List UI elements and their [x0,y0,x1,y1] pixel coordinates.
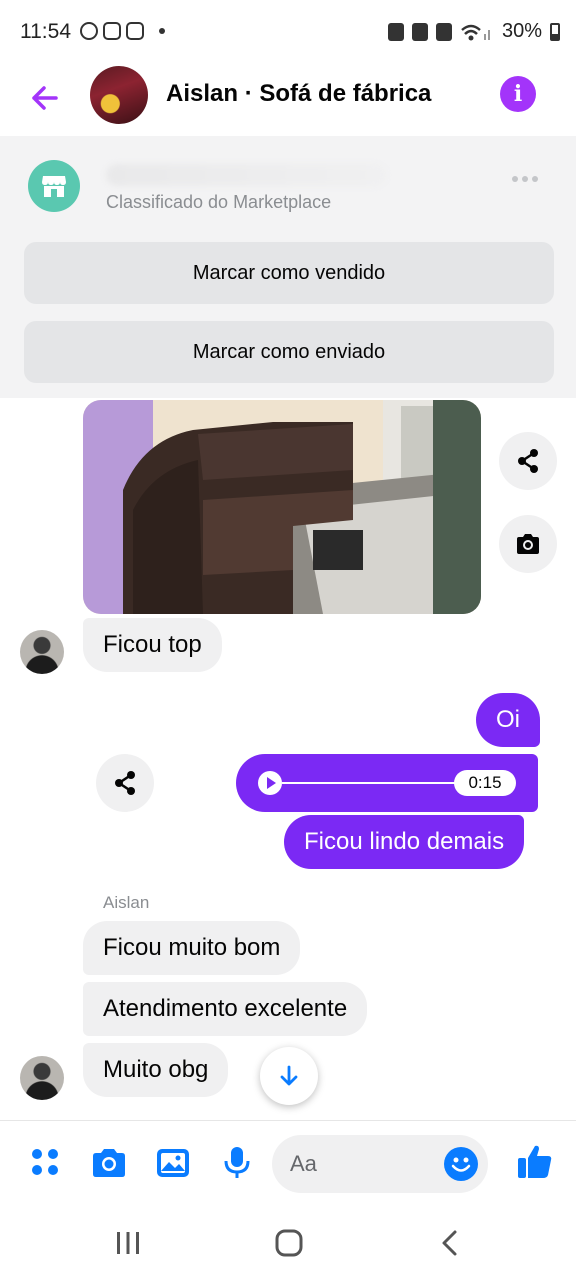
info-icon[interactable]: i [500,76,536,112]
whatsapp-icon [80,22,98,40]
sender-avatar[interactable] [20,1056,64,1100]
message-bubble[interactable]: Ficou muito bom [83,921,301,975]
thumbs-up-icon[interactable] [516,1143,554,1181]
scroll-to-bottom-button[interactable] [260,1047,318,1105]
home-icon[interactable] [274,1228,304,1258]
camera-icon[interactable] [91,1145,127,1181]
chat-header: Aislan · Sofá de fábrica i [0,64,576,134]
android-navigation-bar [0,1206,576,1280]
share-icon [115,771,135,795]
message-bubble[interactable]: Oi [476,693,540,747]
chat-title[interactable]: Aislan · Sofá de fábrica [166,80,431,108]
message-composer: Aa [0,1120,576,1206]
gallery-icon[interactable] [155,1145,191,1181]
status-time: 11:54 [20,20,71,43]
status-bar: 11:54 30% [0,0,576,64]
audio-duration: 0:15 [454,770,516,796]
battery-percent: 30% [501,20,542,42]
share-icon [518,449,538,473]
message-input-placeholder: Aa [290,1151,317,1176]
back-icon[interactable] [438,1228,462,1258]
share-audio-button[interactable] [96,754,154,812]
marketplace-icon [28,160,80,212]
camera-icon [517,534,539,554]
marketplace-listing-card: Classificado do Marketplace Marcar como … [0,136,576,398]
mark-shipped-button[interactable]: Marcar como enviado [24,321,554,383]
more-options-icon[interactable] [512,176,538,182]
play-icon[interactable] [258,771,282,795]
lock-icon [387,22,404,41]
message-bubble[interactable]: Atendimento excelente [83,982,368,1036]
wifi-signal-icon [461,24,490,40]
listing-title-blurred [106,164,386,186]
battery-icon [550,22,560,41]
apps-menu-icon[interactable] [28,1145,64,1181]
instagram-icon [103,22,121,40]
contact-avatar[interactable] [90,66,148,124]
audio-message[interactable]: 0:15 [236,754,538,812]
sofa-photo-message[interactable] [83,400,481,614]
notification-icons [80,22,165,40]
share-photo-button[interactable] [499,432,557,490]
mark-sold-button[interactable]: Marcar como vendido [24,242,554,304]
more-notifications-icon [159,28,165,34]
message-bubble[interactable]: Muito obg [83,1043,229,1097]
message-input[interactable]: Aa [272,1135,488,1193]
mute-icon [435,22,452,41]
recent-apps-icon[interactable] [114,1230,142,1256]
microphone-icon[interactable] [219,1145,255,1181]
emoji-icon[interactable] [444,1147,478,1181]
arrow-down-icon [280,1065,298,1086]
camera-photo-button[interactable] [499,515,557,573]
instagram-icon [126,22,144,40]
audio-progress-track[interactable] [282,782,482,784]
system-icons: 30% [387,20,560,43]
sender-name: Aislan [103,893,150,912]
listing-subtitle: Classificado do Marketplace [106,192,332,212]
message-bubble[interactable]: Ficou lindo demais [284,815,525,869]
message-bubble[interactable]: Ficou top [83,618,222,672]
sender-avatar[interactable] [20,630,64,674]
back-arrow-icon[interactable] [24,76,68,120]
alarm-icon [411,22,428,41]
